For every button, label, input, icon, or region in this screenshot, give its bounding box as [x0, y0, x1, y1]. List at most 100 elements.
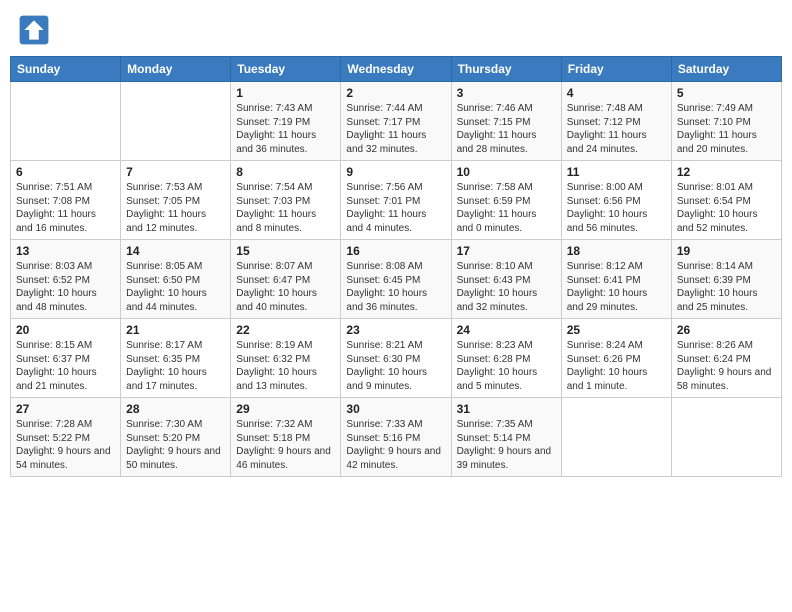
cell-info: Sunrise: 8:21 AMSunset: 6:30 PMDaylight:…: [346, 339, 445, 393]
calendar-cell: 17 Sunrise: 8:10 AMSunset: 6:43 PMDayligh…: [451, 240, 561, 319]
cell-day-number: 3: [457, 86, 556, 100]
calendar-cell: 23 Sunrise: 8:21 AMSunset: 6:30 PMDayligh…: [341, 319, 451, 398]
weekday-header-friday: Friday: [561, 57, 671, 82]
cell-day-number: 26: [677, 323, 776, 337]
cell-info: Sunrise: 8:14 AMSunset: 6:39 PMDaylight:…: [677, 260, 776, 314]
cell-day-number: 2: [346, 86, 445, 100]
calendar-cell: [121, 82, 231, 161]
cell-info: Sunrise: 8:03 AMSunset: 6:52 PMDaylight:…: [16, 260, 115, 314]
cell-info: Sunrise: 8:07 AMSunset: 6:47 PMDaylight:…: [236, 260, 335, 314]
cell-day-number: 23: [346, 323, 445, 337]
cell-day-number: 20: [16, 323, 115, 337]
cell-day-number: 7: [126, 165, 225, 179]
calendar-cell: 11 Sunrise: 8:00 AMSunset: 6:56 PMDayligh…: [561, 161, 671, 240]
calendar-cell: [561, 398, 671, 477]
cell-info: Sunrise: 7:46 AMSunset: 7:15 PMDaylight:…: [457, 102, 556, 156]
cell-info: Sunrise: 7:53 AMSunset: 7:05 PMDaylight:…: [126, 181, 225, 235]
cell-info: Sunrise: 8:23 AMSunset: 6:28 PMDaylight:…: [457, 339, 556, 393]
calendar-body: 1Sunrise: 7:43 AMSunset: 7:19 PMDaylight…: [11, 82, 782, 477]
cell-info: Sunrise: 7:32 AMSunset: 5:18 PMDaylight:…: [236, 418, 335, 472]
weekday-header-saturday: Saturday: [671, 57, 781, 82]
calendar-cell: 29 Sunrise: 7:32 AMSunset: 5:18 PMDayligh…: [231, 398, 341, 477]
cell-info: Sunrise: 8:24 AMSunset: 6:26 PMDaylight:…: [567, 339, 666, 393]
cell-day-number: 18: [567, 244, 666, 258]
calendar-cell: 10 Sunrise: 7:58 AMSunset: 6:59 PMDayligh…: [451, 161, 561, 240]
cell-day-number: 29: [236, 402, 335, 416]
week-row-2: 6 Sunrise: 7:51 AMSunset: 7:08 PMDaylight…: [11, 161, 782, 240]
calendar-table: SundayMondayTuesdayWednesdayThursdayFrid…: [10, 56, 782, 477]
cell-day-number: 11: [567, 165, 666, 179]
calendar-cell: 13 Sunrise: 8:03 AMSunset: 6:52 PMDayligh…: [11, 240, 121, 319]
cell-info: Sunrise: 7:33 AMSunset: 5:16 PMDaylight:…: [346, 418, 445, 472]
calendar-cell: 7 Sunrise: 7:53 AMSunset: 7:05 PMDaylight…: [121, 161, 231, 240]
cell-info: Sunrise: 8:01 AMSunset: 6:54 PMDaylight:…: [677, 181, 776, 235]
calendar-header: SundayMondayTuesdayWednesdayThursdayFrid…: [11, 57, 782, 82]
cell-info: Sunrise: 7:48 AMSunset: 7:12 PMDaylight:…: [567, 102, 666, 156]
week-row-5: 27 Sunrise: 7:28 AMSunset: 5:22 PMDayligh…: [11, 398, 782, 477]
calendar-cell: 2 Sunrise: 7:44 AMSunset: 7:17 PMDaylight…: [341, 82, 451, 161]
cell-day-number: 14: [126, 244, 225, 258]
cell-day-number: 9: [346, 165, 445, 179]
cell-info: Sunrise: 8:19 AMSunset: 6:32 PMDaylight:…: [236, 339, 335, 393]
cell-info: Sunrise: 7:54 AMSunset: 7:03 PMDaylight:…: [236, 181, 335, 235]
cell-day-number: 12: [677, 165, 776, 179]
cell-info: Sunrise: 8:17 AMSunset: 6:35 PMDaylight:…: [126, 339, 225, 393]
calendar-cell: 30 Sunrise: 7:33 AMSunset: 5:16 PMDayligh…: [341, 398, 451, 477]
cell-info: Sunrise: 8:10 AMSunset: 6:43 PMDaylight:…: [457, 260, 556, 314]
week-row-4: 20Sunrise: 8:15 AMSunset: 6:37 PMDayligh…: [11, 319, 782, 398]
calendar-cell: 21 Sunrise: 8:17 AMSunset: 6:35 PMDayligh…: [121, 319, 231, 398]
cell-info: Sunrise: 7:43 AMSunset: 7:19 PMDaylight:…: [236, 102, 335, 156]
calendar-cell: 28 Sunrise: 7:30 AMSunset: 5:20 PMDayligh…: [121, 398, 231, 477]
calendar-cell: 27 Sunrise: 7:28 AMSunset: 5:22 PMDayligh…: [11, 398, 121, 477]
cell-day-number: 15: [236, 244, 335, 258]
cell-day-number: 10: [457, 165, 556, 179]
cell-info: Sunrise: 7:28 AMSunset: 5:22 PMDaylight:…: [16, 418, 115, 472]
calendar-cell: 6 Sunrise: 7:51 AMSunset: 7:08 PMDaylight…: [11, 161, 121, 240]
calendar-cell: 9 Sunrise: 7:56 AMSunset: 7:01 PMDaylight…: [341, 161, 451, 240]
cell-info: Sunrise: 8:26 AMSunset: 6:24 PMDaylight:…: [677, 339, 776, 393]
logo-icon: [18, 14, 50, 46]
cell-info: Sunrise: 8:00 AMSunset: 6:56 PMDaylight:…: [567, 181, 666, 235]
calendar-cell: 1Sunrise: 7:43 AMSunset: 7:19 PMDaylight…: [231, 82, 341, 161]
calendar-cell: 19 Sunrise: 8:14 AMSunset: 6:39 PMDayligh…: [671, 240, 781, 319]
page-header: [10, 10, 782, 50]
calendar-cell: 4 Sunrise: 7:48 AMSunset: 7:12 PMDaylight…: [561, 82, 671, 161]
calendar-cell: [671, 398, 781, 477]
cell-day-number: 13: [16, 244, 115, 258]
cell-day-number: 27: [16, 402, 115, 416]
calendar-cell: 14Sunrise: 8:05 AMSunset: 6:50 PMDayligh…: [121, 240, 231, 319]
week-row-1: 1Sunrise: 7:43 AMSunset: 7:19 PMDaylight…: [11, 82, 782, 161]
cell-day-number: 22: [236, 323, 335, 337]
cell-info: Sunrise: 7:30 AMSunset: 5:20 PMDaylight:…: [126, 418, 225, 472]
cell-info: Sunrise: 8:08 AMSunset: 6:45 PMDaylight:…: [346, 260, 445, 314]
calendar-cell: 22 Sunrise: 8:19 AMSunset: 6:32 PMDayligh…: [231, 319, 341, 398]
calendar-cell: 15 Sunrise: 8:07 AMSunset: 6:47 PMDayligh…: [231, 240, 341, 319]
weekday-header-thursday: Thursday: [451, 57, 561, 82]
cell-day-number: 16: [346, 244, 445, 258]
cell-day-number: 28: [126, 402, 225, 416]
weekday-header-row: SundayMondayTuesdayWednesdayThursdayFrid…: [11, 57, 782, 82]
calendar-cell: 5 Sunrise: 7:49 AMSunset: 7:10 PMDaylight…: [671, 82, 781, 161]
calendar-cell: 8Sunrise: 7:54 AMSunset: 7:03 PMDaylight…: [231, 161, 341, 240]
cell-day-number: 5: [677, 86, 776, 100]
cell-day-number: 21: [126, 323, 225, 337]
cell-day-number: 17: [457, 244, 556, 258]
cell-day-number: 30: [346, 402, 445, 416]
cell-day-number: 4: [567, 86, 666, 100]
calendar-cell: 20Sunrise: 8:15 AMSunset: 6:37 PMDayligh…: [11, 319, 121, 398]
cell-day-number: 19: [677, 244, 776, 258]
cell-info: Sunrise: 7:51 AMSunset: 7:08 PMDaylight:…: [16, 181, 115, 235]
cell-day-number: 6: [16, 165, 115, 179]
logo: [18, 14, 54, 46]
cell-info: Sunrise: 7:56 AMSunset: 7:01 PMDaylight:…: [346, 181, 445, 235]
cell-info: Sunrise: 7:44 AMSunset: 7:17 PMDaylight:…: [346, 102, 445, 156]
cell-day-number: 24: [457, 323, 556, 337]
calendar-cell: 18Sunrise: 8:12 AMSunset: 6:41 PMDayligh…: [561, 240, 671, 319]
cell-day-number: 25: [567, 323, 666, 337]
calendar-cell: 24 Sunrise: 8:23 AMSunset: 6:28 PMDayligh…: [451, 319, 561, 398]
cell-info: Sunrise: 7:49 AMSunset: 7:10 PMDaylight:…: [677, 102, 776, 156]
weekday-header-sunday: Sunday: [11, 57, 121, 82]
calendar-cell: 31Sunrise: 7:35 AMSunset: 5:14 PMDayligh…: [451, 398, 561, 477]
cell-info: Sunrise: 7:58 AMSunset: 6:59 PMDaylight:…: [457, 181, 556, 235]
week-row-3: 13 Sunrise: 8:03 AMSunset: 6:52 PMDayligh…: [11, 240, 782, 319]
